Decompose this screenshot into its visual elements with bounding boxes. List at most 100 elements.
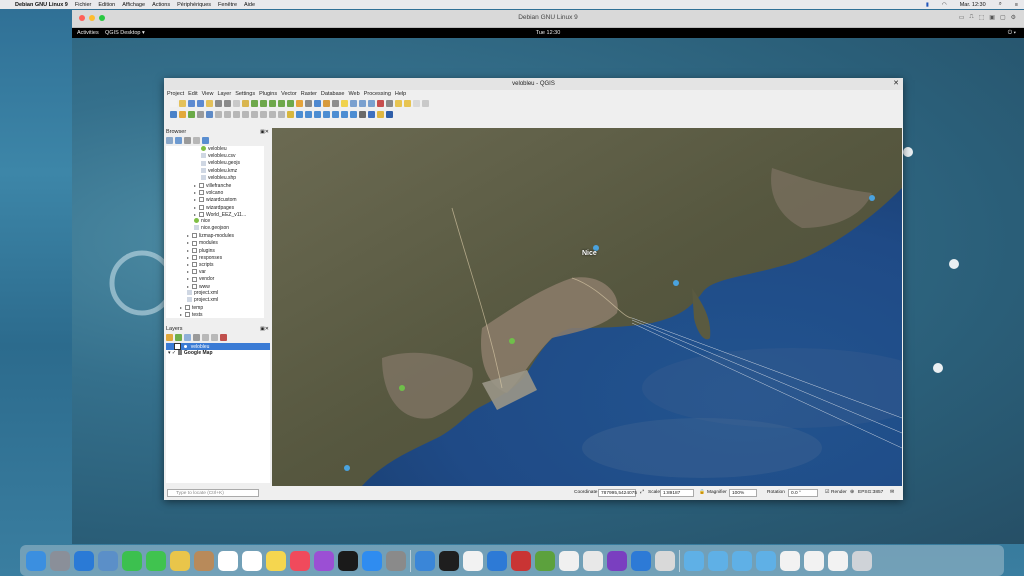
terminal-icon[interactable] bbox=[439, 550, 459, 571]
digitizing-tool-icon[interactable] bbox=[260, 111, 267, 118]
main-tool-icon[interactable] bbox=[215, 100, 222, 107]
activity-monitor-icon[interactable] bbox=[463, 550, 483, 571]
collapse-all-icon[interactable] bbox=[211, 334, 218, 341]
podcasts-icon[interactable] bbox=[314, 550, 334, 571]
downloads-folder-icon[interactable] bbox=[684, 550, 704, 571]
main-tool-icon[interactable] bbox=[323, 100, 330, 107]
main-tool-icon[interactable] bbox=[233, 100, 240, 107]
browser-item[interactable]: velobleu.geojs bbox=[166, 160, 264, 167]
browser-item[interactable]: ▸ modules bbox=[166, 239, 264, 246]
browser-item[interactable]: ▸ var bbox=[166, 268, 264, 275]
main-tool-icon[interactable] bbox=[314, 100, 321, 107]
digitizing-tool-icon[interactable] bbox=[251, 111, 258, 118]
checkbox-icon[interactable] bbox=[174, 343, 181, 350]
digitizing-tool-icon[interactable] bbox=[224, 111, 231, 118]
coordinate-field[interactable]: 787995,5424075 bbox=[598, 489, 637, 497]
remove-layer-icon[interactable] bbox=[220, 334, 227, 341]
digitizing-tool-icon[interactable] bbox=[188, 111, 195, 118]
menu-edition[interactable]: Edition bbox=[98, 2, 115, 8]
windows-icon[interactable] bbox=[487, 550, 507, 571]
main-tool-icon[interactable] bbox=[179, 100, 186, 107]
menu-help[interactable]: Help bbox=[395, 90, 406, 98]
main-tool-icon[interactable] bbox=[296, 100, 303, 107]
main-tool-icon[interactable] bbox=[377, 100, 384, 107]
system-menu-icon[interactable]: ⏻ ▾ bbox=[1008, 30, 1016, 37]
layer-item-google-map[interactable]: ▾ ✓ Google Map bbox=[166, 350, 270, 357]
calendar-icon[interactable] bbox=[218, 550, 238, 571]
magnifier-field[interactable]: 100% bbox=[729, 489, 757, 497]
main-tool-icon[interactable] bbox=[260, 100, 267, 107]
main-tool-icon[interactable] bbox=[170, 100, 177, 107]
main-tool-icon[interactable] bbox=[368, 100, 375, 107]
digitizing-tool-icon[interactable] bbox=[296, 111, 303, 118]
main-tool-icon[interactable] bbox=[386, 100, 393, 107]
digitizing-tool-icon[interactable] bbox=[269, 111, 276, 118]
rotation-field[interactable]: 0.0 ° bbox=[788, 489, 818, 497]
tv-icon[interactable] bbox=[338, 550, 358, 571]
main-tool-icon[interactable] bbox=[188, 100, 195, 107]
digitizing-tool-icon[interactable] bbox=[305, 111, 312, 118]
checkbox-icon[interactable]: ✓ bbox=[172, 350, 176, 356]
main-tool-icon[interactable] bbox=[332, 100, 339, 107]
digitizing-tool-icon[interactable] bbox=[386, 111, 393, 118]
display-icon[interactable]: ▢ bbox=[1000, 14, 1006, 21]
menubar-app-name[interactable]: Debian GNU Linux 9 bbox=[15, 2, 68, 8]
facetime-icon[interactable] bbox=[122, 550, 142, 571]
add-selected-icon[interactable] bbox=[166, 137, 173, 144]
menu-aide[interactable]: Aide bbox=[244, 2, 255, 8]
menu-fichier[interactable]: Fichier bbox=[75, 2, 92, 8]
digitizing-tool-icon[interactable] bbox=[314, 111, 321, 118]
browser-item[interactable]: ▸ scripts bbox=[166, 261, 264, 268]
trash-icon[interactable] bbox=[852, 550, 872, 571]
scale-field[interactable]: 1:89187 bbox=[660, 489, 694, 497]
browser-item[interactable]: velobleu.kmz bbox=[166, 168, 264, 175]
menu-layer[interactable]: Layer bbox=[217, 90, 231, 98]
main-tool-icon[interactable] bbox=[251, 100, 258, 107]
open-layer-styling-icon[interactable] bbox=[166, 334, 173, 341]
archive-icon[interactable] bbox=[655, 550, 675, 571]
menu-view[interactable]: View bbox=[202, 90, 214, 98]
digitizing-tool-icon[interactable] bbox=[332, 111, 339, 118]
panel-close-icon[interactable]: ▣✕ bbox=[260, 128, 269, 136]
menu-actions[interactable]: Actions bbox=[152, 2, 170, 8]
render-checkbox[interactable]: ☑ bbox=[825, 489, 829, 497]
digitizing-tool-icon[interactable] bbox=[287, 111, 294, 118]
menu-raster[interactable]: Raster bbox=[301, 90, 317, 98]
menu-fenetre[interactable]: Fenêtre bbox=[218, 2, 237, 8]
folder-icon[interactable] bbox=[708, 550, 728, 571]
filter-icon[interactable] bbox=[184, 137, 191, 144]
finder-icon[interactable] bbox=[26, 550, 46, 571]
browser-item[interactable]: ▸ wizardcustom bbox=[166, 196, 264, 203]
main-tool-icon[interactable] bbox=[197, 100, 204, 107]
digitizing-tool-icon[interactable] bbox=[350, 111, 357, 118]
settings-icon[interactable]: ⚙ bbox=[1011, 14, 1016, 21]
menu-affichage[interactable]: Affichage bbox=[122, 2, 145, 8]
crs-label[interactable]: EPSG:3857 bbox=[858, 489, 883, 497]
expand-all-icon[interactable] bbox=[202, 334, 209, 341]
safari-icon[interactable] bbox=[74, 550, 94, 571]
menu-plugins[interactable]: Plugins bbox=[259, 90, 277, 98]
panel-close-icon[interactable]: ▣✕ bbox=[260, 325, 269, 333]
control-center-icon[interactable]: ≡ bbox=[1015, 2, 1018, 8]
document-icon[interactable] bbox=[804, 550, 824, 571]
expand-icon[interactable]: ▾ bbox=[168, 350, 171, 356]
digitizing-tool-icon[interactable] bbox=[179, 111, 186, 118]
opera-icon[interactable] bbox=[511, 550, 531, 571]
digitizing-tool-icon[interactable] bbox=[359, 111, 366, 118]
menu-settings[interactable]: Settings bbox=[235, 90, 255, 98]
main-tool-icon[interactable] bbox=[305, 100, 312, 107]
browser-item[interactable]: ▸ temp bbox=[166, 304, 264, 311]
shared-folder-icon[interactable]: ▣ bbox=[989, 14, 995, 21]
manage-map-themes-icon[interactable] bbox=[184, 334, 191, 341]
main-tool-icon[interactable] bbox=[359, 100, 366, 107]
browser-item[interactable]: project.xml bbox=[166, 290, 264, 297]
usb-icon[interactable]: ⎍ bbox=[969, 14, 973, 21]
contacts-icon[interactable] bbox=[194, 550, 214, 571]
preview-icon[interactable] bbox=[98, 550, 118, 571]
menu-project[interactable]: Project bbox=[167, 90, 184, 98]
preferences-icon[interactable] bbox=[386, 550, 406, 571]
vscode-icon[interactable] bbox=[631, 550, 651, 571]
add-group-icon[interactable] bbox=[175, 334, 182, 341]
digitizing-tool-icon[interactable] bbox=[242, 111, 249, 118]
digitizing-tool-icon[interactable] bbox=[206, 111, 213, 118]
